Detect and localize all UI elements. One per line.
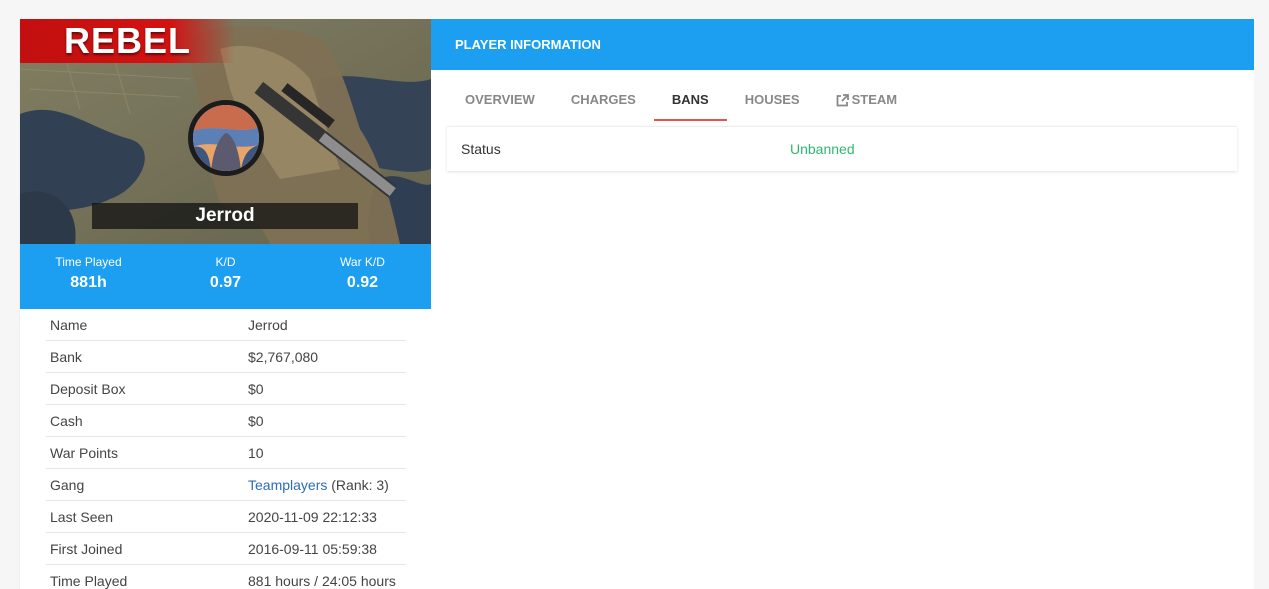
- tab-steam-label: STEAM: [851, 92, 898, 107]
- detail-key: Bank: [50, 349, 82, 365]
- detail-value-gang: Teamplayers (Rank: 3): [248, 469, 406, 500]
- avatar: [188, 100, 264, 176]
- detail-value: $0: [248, 381, 264, 397]
- stats-bar: Time Played 881h K/D 0.97 War K/D 0.92: [20, 244, 431, 309]
- ban-status-value: Unbanned: [790, 141, 855, 157]
- table-row: Gang Teamplayers (Rank: 3): [46, 469, 406, 501]
- detail-value: Jerrod: [248, 317, 288, 333]
- table-row: First Joined 2016-09-11 05:59:38: [46, 533, 406, 565]
- panel-title: PLAYER INFORMATION: [431, 19, 1254, 70]
- table-row: Deposit Box $0: [46, 373, 406, 405]
- table-row: Bank $2,767,080: [46, 341, 406, 373]
- detail-value: 10: [248, 445, 264, 461]
- external-link-icon: [836, 93, 849, 106]
- detail-key: Time Played: [50, 573, 128, 589]
- detail-value: 881 hours / 24:05 hours: [248, 573, 396, 589]
- detail-key: War Points: [50, 445, 118, 461]
- profile-card: REBEL Jerrod Time Played 881h K/D 0.97 W…: [20, 19, 431, 589]
- table-row: Last Seen 2020-11-09 22:12:33: [46, 501, 406, 533]
- detail-key: Deposit Box: [50, 381, 126, 397]
- tab-overview[interactable]: OVERVIEW: [447, 81, 553, 121]
- stat-label: K/D: [215, 255, 236, 269]
- table-row: Cash $0: [46, 405, 406, 437]
- tab-steam[interactable]: STEAM: [818, 81, 916, 121]
- stat-time-played: Time Played 881h: [20, 244, 157, 309]
- table-row: Name Jerrod: [46, 309, 406, 341]
- detail-key: First Joined: [50, 541, 123, 557]
- faction-badge: REBEL: [20, 19, 235, 63]
- player-info-panel: PLAYER INFORMATION OVERVIEW CHARGES BANS…: [431, 19, 1254, 589]
- stat-war-kd: War K/D 0.92: [294, 244, 431, 309]
- table-row: Time Played 881 hours / 24:05 hours: [46, 565, 406, 589]
- detail-value: $2,767,080: [248, 349, 319, 365]
- detail-key: Last Seen: [50, 509, 114, 525]
- detail-key: Name: [50, 317, 88, 333]
- ban-status-row: Status Unbanned: [447, 126, 1237, 171]
- profile-banner: REBEL Jerrod: [20, 19, 431, 244]
- stat-value: 0.97: [209, 274, 242, 291]
- detail-key: Cash: [50, 413, 83, 429]
- gang-rank: (Rank: 3): [327, 477, 389, 493]
- tab-charges[interactable]: CHARGES: [553, 81, 654, 121]
- table-row: War Points 10: [46, 437, 406, 469]
- stat-kd: K/D 0.97: [157, 244, 294, 309]
- player-name: Jerrod: [195, 205, 255, 226]
- detail-value: $0: [248, 413, 264, 429]
- player-details-table: Name Jerrod Bank $2,767,080 Deposit Box …: [46, 309, 406, 589]
- stat-label: War K/D: [340, 255, 385, 269]
- detail-key: Gang: [50, 477, 85, 493]
- detail-value: 2016-09-11 05:59:38: [248, 541, 377, 557]
- avatar-image: [193, 105, 259, 171]
- stat-value: 0.92: [346, 274, 379, 291]
- ban-status-label: Status: [461, 141, 501, 157]
- stat-label: Time Played: [55, 255, 122, 269]
- gang-link[interactable]: Teamplayers: [248, 477, 327, 493]
- tab-bar: OVERVIEW CHARGES BANS HOUSES STEAM: [447, 81, 915, 121]
- tab-bans[interactable]: BANS: [653, 81, 727, 121]
- detail-value: 2020-11-09 22:12:33: [248, 509, 377, 525]
- tab-houses[interactable]: HOUSES: [727, 81, 818, 121]
- stat-value: 881h: [70, 274, 107, 291]
